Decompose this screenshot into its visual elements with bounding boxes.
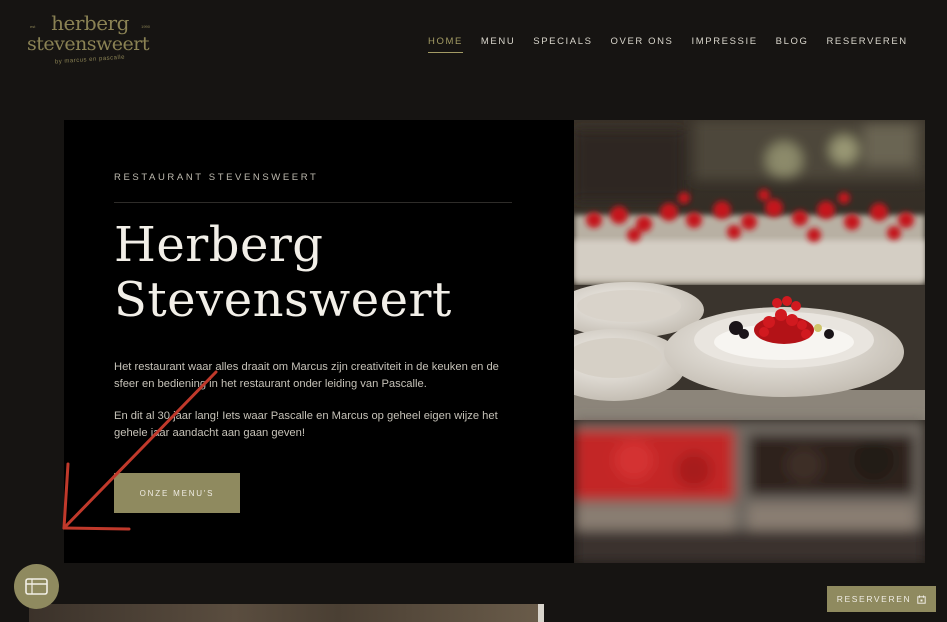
nav-impressie[interactable]: IMPRESSIE [692,36,758,53]
nav-blog[interactable]: BLOG [776,36,809,53]
logo-line2: stevensweert [26,33,150,55]
nav-home[interactable]: HOME [428,36,463,53]
calendar-icon [917,595,926,604]
hero-kicker: RESTAURANT STEVENSWEERT [114,172,319,183]
hero-divider [114,202,512,203]
nav-menu[interactable]: MENU [481,36,515,53]
logo-est: est [30,24,36,29]
hero-panel: RESTAURANT STEVENSWEERT Herberg Stevensw… [64,120,574,563]
reserveren-label: RESERVEREN [836,594,912,604]
hero-paragraph-1: Het restaurant waar alles draait om Marc… [114,361,499,390]
page-title: Herberg Stevensweert [114,218,452,328]
nav-reserveren[interactable]: RESERVEREN [826,36,907,53]
hero-paragraph-2: En dit al 30 jaar lang! Iets waar Pascal… [114,410,498,439]
ticket-fab-button[interactable] [14,564,59,609]
reserveren-button[interactable]: RESERVEREN [827,586,936,612]
nav-over-ons[interactable]: OVER ONS [611,36,674,53]
title-line2: Stevensweert [114,272,452,328]
logo-line1: herberg [51,11,129,35]
title-line1: Herberg [114,217,324,273]
food-photo-illustration [574,120,925,563]
onze-menus-button[interactable]: ONZE MENU'S [114,473,240,513]
next-section-image [29,604,544,622]
site-logo[interactable]: est 1990 herberg stevensweert by marcus … [27,11,150,68]
logo-year: 1990 [141,24,150,29]
hero-food-photo [574,120,925,563]
nav-specials[interactable]: SPECIALS [533,36,592,53]
ticket-icon [25,578,48,595]
main-nav: HOME MENU SPECIALS OVER ONS IMPRESSIE BL… [428,36,926,53]
image-edge [538,604,544,622]
